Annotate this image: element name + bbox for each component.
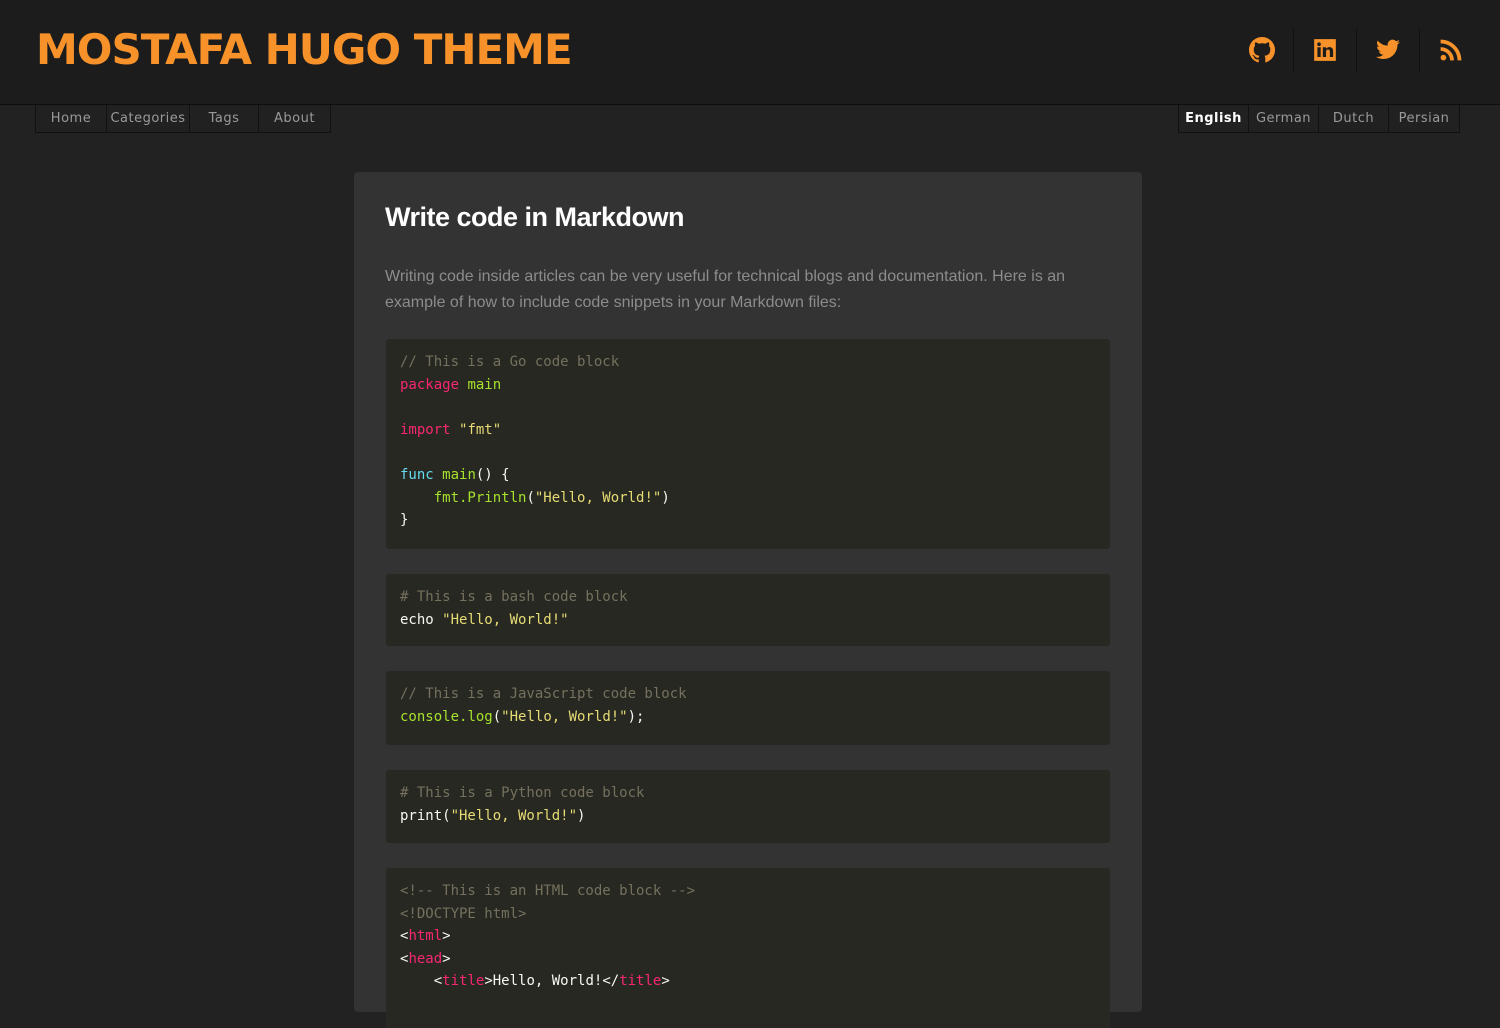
code-block-python: # This is a Python code block print("Hel… bbox=[386, 770, 1110, 843]
rss-link[interactable] bbox=[1419, 28, 1482, 72]
github-icon bbox=[1248, 37, 1275, 63]
code-punct: ); bbox=[627, 708, 645, 725]
article-intro: Writing code inside articles can be very… bbox=[385, 268, 1066, 311]
lang-dutch[interactable]: Dutch bbox=[1319, 105, 1389, 132]
code-name: fmt.Println bbox=[433, 489, 527, 506]
code-text: Hello, World! bbox=[492, 973, 603, 990]
nav-about[interactable]: About bbox=[259, 105, 330, 132]
site-header: MOSTAFA HUGO THEME bbox=[0, 0, 1500, 105]
code-block-go: // This is a Go code block package main … bbox=[386, 339, 1110, 549]
code-comment: <!-- This is an HTML code block --> bbox=[400, 883, 696, 899]
site-title[interactable]: MOSTAFA HUGO THEME bbox=[36, 22, 573, 78]
article-card: Write code in Markdown Writing code insi… bbox=[354, 172, 1142, 1028]
code-block-bash: # This is a bash code block echo "Hello,… bbox=[386, 574, 1110, 646]
code-punct: } bbox=[400, 512, 409, 529]
code-command: echo bbox=[400, 611, 434, 628]
code-block-html: <!-- This is an HTML code block --> <!DO… bbox=[386, 868, 1110, 1028]
code-keyword: import bbox=[400, 421, 451, 438]
code-punct: ) bbox=[577, 807, 586, 824]
linkedin-link[interactable] bbox=[1293, 28, 1356, 72]
code-tag: head bbox=[408, 950, 443, 967]
code-punct: ) bbox=[661, 489, 670, 506]
nav-tags[interactable]: Tags bbox=[190, 105, 259, 132]
code-punct: () { bbox=[475, 466, 510, 483]
code-string: "Hello, World!" bbox=[442, 611, 569, 628]
code-comment: // This is a JavaScript code block bbox=[400, 686, 687, 702]
code-name: .log bbox=[459, 708, 493, 725]
nav-home[interactable]: Home bbox=[36, 105, 107, 132]
code-tag: title bbox=[619, 973, 662, 990]
navbar: Home Categories Tags About English Germa… bbox=[0, 105, 1500, 135]
code-tag: html bbox=[408, 928, 443, 945]
code-doctype: <!DOCTYPE html> bbox=[400, 905, 527, 922]
social-links bbox=[1230, 26, 1482, 74]
code-punct: ( bbox=[492, 708, 502, 725]
code-comment: # This is a bash code block bbox=[400, 589, 628, 605]
linkedin-icon bbox=[1314, 39, 1336, 61]
rss-icon bbox=[1440, 39, 1462, 61]
code-name: console bbox=[400, 708, 460, 725]
code-block-javascript: // This is a JavaScript code block conso… bbox=[386, 671, 1110, 745]
code-string: "fmt" bbox=[459, 421, 502, 438]
code-comment: # This is a Python code block bbox=[400, 785, 645, 801]
article-title: Write code in Markdown bbox=[385, 202, 685, 232]
code-string: "Hello, World!" bbox=[450, 807, 578, 824]
code-name: main bbox=[467, 376, 502, 393]
code-name: main bbox=[442, 466, 476, 483]
code-keyword: package bbox=[400, 376, 460, 393]
twitter-icon bbox=[1376, 39, 1400, 59]
nav-categories[interactable]: Categories bbox=[107, 105, 190, 132]
code-string: "Hello, World!" bbox=[501, 708, 628, 725]
code-keyword: func bbox=[400, 466, 434, 483]
lang-english[interactable]: English bbox=[1179, 105, 1249, 132]
lang-german[interactable]: German bbox=[1249, 105, 1319, 132]
code-tag: title bbox=[442, 973, 485, 990]
main-menu: Home Categories Tags About bbox=[35, 105, 331, 133]
language-menu: English German Dutch Persian bbox=[1178, 105, 1460, 133]
code-comment: // This is a Go code block bbox=[400, 354, 620, 370]
code-punct: ( bbox=[526, 489, 535, 506]
code-string: "Hello, World!" bbox=[534, 489, 662, 506]
lang-persian[interactable]: Persian bbox=[1389, 105, 1459, 132]
code-name: print( bbox=[400, 807, 451, 824]
github-link[interactable] bbox=[1230, 28, 1293, 72]
twitter-link[interactable] bbox=[1356, 28, 1419, 72]
